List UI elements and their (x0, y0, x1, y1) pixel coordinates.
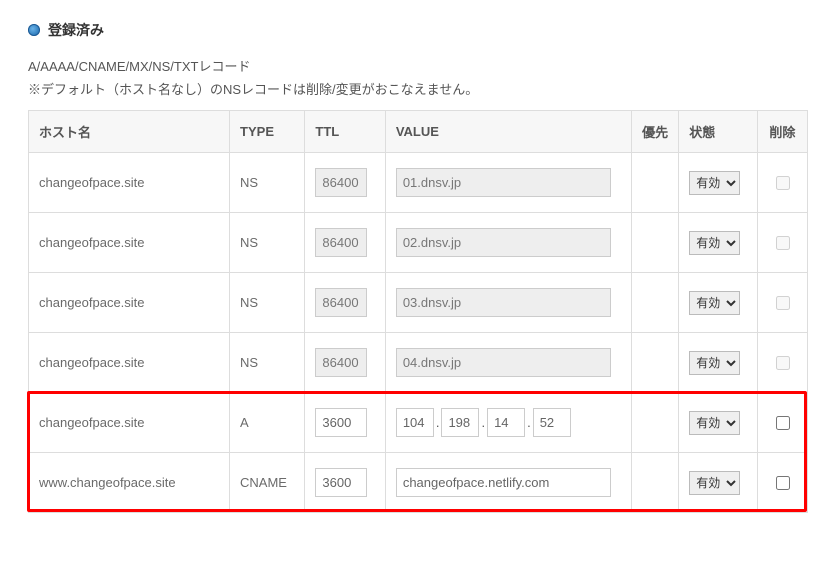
cell-host: www.changeofpace.site (29, 453, 230, 513)
cell-value (385, 213, 631, 273)
value-input (396, 288, 611, 317)
cell-state: 有効 (679, 153, 757, 213)
state-select[interactable]: 有効 (689, 351, 740, 375)
cell-type: NS (230, 273, 305, 333)
th-priority: 優先 (632, 111, 679, 153)
table-row: changeofpace.siteNS 有効 (29, 333, 808, 393)
cell-ttl (305, 153, 385, 213)
cell-state: 有効 (679, 393, 757, 453)
state-select[interactable]: 有効 (689, 171, 740, 195)
table-row: changeofpace.siteNS 有効 (29, 153, 808, 213)
cell-host: changeofpace.site (29, 393, 230, 453)
cell-host: changeofpace.site (29, 273, 230, 333)
table-row: changeofpace.siteNS 有効 (29, 273, 808, 333)
ttl-input (315, 168, 367, 197)
delete-checkbox (776, 176, 790, 190)
ttl-input (315, 228, 367, 257)
cell-priority (632, 333, 679, 393)
ip-separator: . (436, 415, 440, 430)
cell-priority (632, 273, 679, 333)
value-input (396, 168, 611, 197)
cell-delete (757, 333, 807, 393)
state-select[interactable]: 有効 (689, 471, 740, 495)
cell-ttl (305, 213, 385, 273)
bullet-icon (28, 24, 40, 36)
th-ttl: TTL (305, 111, 385, 153)
th-state: 状態 (679, 111, 757, 153)
cell-delete (757, 273, 807, 333)
cell-ttl (305, 333, 385, 393)
cell-value (385, 273, 631, 333)
cell-priority (632, 153, 679, 213)
cell-value: ... (385, 393, 631, 453)
cell-type: A (230, 393, 305, 453)
cell-state: 有効 (679, 453, 757, 513)
ttl-input[interactable] (315, 408, 367, 437)
ttl-input (315, 348, 367, 377)
value-input[interactable] (396, 468, 611, 497)
ip-separator: . (527, 415, 531, 430)
cell-value (385, 153, 631, 213)
cell-state: 有効 (679, 213, 757, 273)
record-types-label: A/AAAA/CNAME/MX/NS/TXTレコード (28, 56, 808, 75)
delete-checkbox (776, 236, 790, 250)
cell-host: changeofpace.site (29, 153, 230, 213)
delete-checkbox[interactable] (776, 416, 790, 430)
cell-ttl (305, 273, 385, 333)
value-input (396, 348, 611, 377)
state-select[interactable]: 有効 (689, 291, 740, 315)
state-select[interactable]: 有効 (689, 411, 740, 435)
section-title: 登録済み (48, 20, 104, 40)
th-delete: 削除 (757, 111, 807, 153)
delete-checkbox[interactable] (776, 476, 790, 490)
table-row: www.changeofpace.siteCNAME 有効 (29, 453, 808, 513)
ip-octet-input[interactable] (441, 408, 479, 437)
table-row: changeofpace.siteA... 有効 (29, 393, 808, 453)
cell-value (385, 333, 631, 393)
cell-type: NS (230, 153, 305, 213)
cell-priority (632, 393, 679, 453)
cell-type: NS (230, 333, 305, 393)
cell-priority (632, 213, 679, 273)
dns-records-table: ホスト名 TYPE TTL VALUE 優先 状態 削除 changeofpac… (28, 110, 808, 513)
state-select[interactable]: 有効 (689, 231, 740, 255)
cell-type: CNAME (230, 453, 305, 513)
cell-host: changeofpace.site (29, 333, 230, 393)
th-value: VALUE (385, 111, 631, 153)
ttl-input (315, 288, 367, 317)
table-row: changeofpace.siteNS 有効 (29, 213, 808, 273)
delete-checkbox (776, 356, 790, 370)
cell-ttl (305, 453, 385, 513)
cell-delete (757, 393, 807, 453)
ttl-input[interactable] (315, 468, 367, 497)
cell-state: 有効 (679, 333, 757, 393)
cell-type: NS (230, 213, 305, 273)
section-header: 登録済み (28, 20, 808, 40)
cell-host: changeofpace.site (29, 213, 230, 273)
th-type: TYPE (230, 111, 305, 153)
cell-delete (757, 153, 807, 213)
cell-state: 有効 (679, 273, 757, 333)
cell-delete (757, 453, 807, 513)
cell-priority (632, 453, 679, 513)
value-input (396, 228, 611, 257)
delete-checkbox (776, 296, 790, 310)
ip-octet-input[interactable] (487, 408, 525, 437)
th-host: ホスト名 (29, 111, 230, 153)
note-text: ※デフォルト（ホスト名なし）のNSレコードは削除/変更がおこなえません。 (28, 79, 808, 98)
ip-octet-input[interactable] (396, 408, 434, 437)
cell-delete (757, 213, 807, 273)
cell-value (385, 453, 631, 513)
ip-octet-input[interactable] (533, 408, 571, 437)
cell-ttl (305, 393, 385, 453)
ip-separator: . (481, 415, 485, 430)
